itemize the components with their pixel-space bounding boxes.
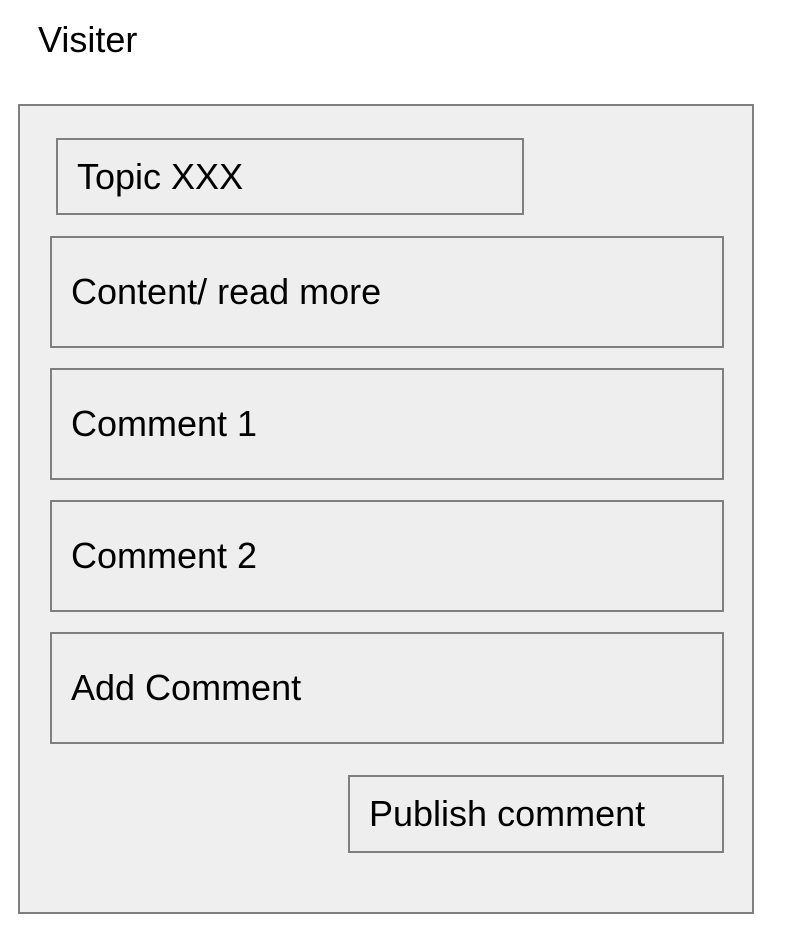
topic-title: Topic XXX bbox=[77, 155, 244, 197]
page-label: Visiter bbox=[38, 19, 138, 60]
publish-comment-label: Publish comment bbox=[369, 793, 646, 834]
add-comment-label: Add Comment bbox=[71, 667, 302, 708]
visitor-panel: Topic XXX Content/ read more Comment 1 C… bbox=[18, 104, 754, 914]
content-read-more-label: Content/ read more bbox=[71, 271, 382, 312]
comment-item-2: Comment 2 bbox=[50, 500, 724, 612]
content-read-more-box[interactable]: Content/ read more bbox=[50, 236, 724, 348]
comment-label: Comment 1 bbox=[71, 403, 258, 444]
comment-label: Comment 2 bbox=[71, 535, 258, 576]
comment-item-1: Comment 1 bbox=[50, 368, 724, 480]
topic-title-box: Topic XXX bbox=[56, 138, 524, 215]
add-comment-field[interactable]: Add Comment bbox=[50, 632, 724, 744]
publish-comment-button[interactable]: Publish comment bbox=[348, 775, 724, 853]
